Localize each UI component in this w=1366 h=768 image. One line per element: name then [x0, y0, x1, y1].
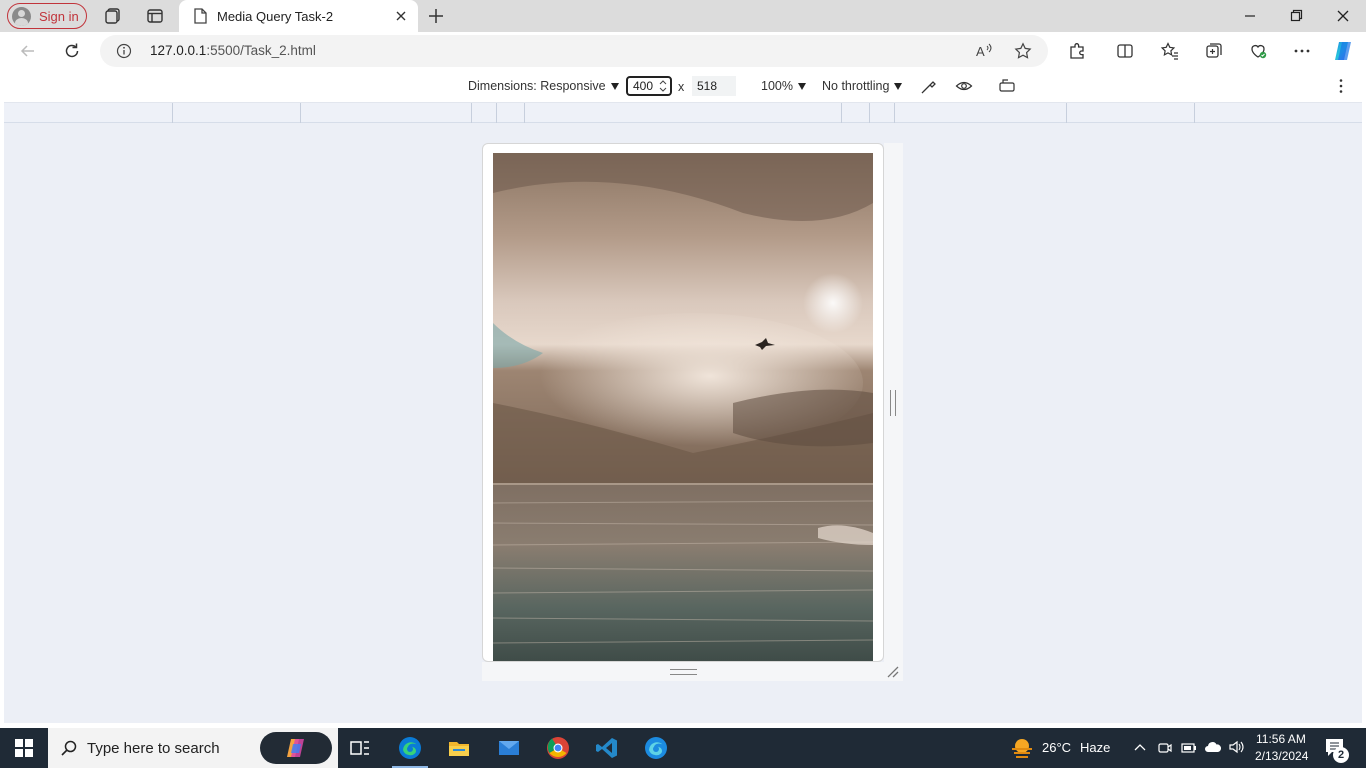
close-tab-icon[interactable]: [393, 8, 409, 24]
weather-haze-icon[interactable]: [1010, 737, 1034, 759]
search-placeholder: Type here to search: [87, 739, 220, 757]
dimensions-label: Dimensions: Responsive: [468, 79, 606, 93]
zoom-label: 100%: [761, 79, 793, 93]
sea-sky-photo: [493, 153, 873, 661]
minimize-icon[interactable]: [1240, 6, 1260, 26]
favorite-star-icon[interactable]: [1014, 42, 1032, 60]
navigation-bar: 127.0.0.1:5500/Task_2.html A: [0, 32, 1366, 70]
url-text[interactable]: 127.0.0.1:5500/Task_2.html: [150, 43, 316, 58]
vertical-grip-icon[interactable]: [890, 390, 896, 416]
height-input[interactable]: 518: [692, 76, 736, 96]
browser-essentials-icon[interactable]: [1248, 41, 1268, 61]
close-window-icon[interactable]: [1333, 6, 1353, 26]
edge-icon[interactable]: [398, 736, 422, 760]
ruler-divider: [471, 103, 472, 123]
width-input[interactable]: 400: [626, 76, 672, 96]
weather-desc[interactable]: Haze: [1080, 740, 1110, 755]
notification-count-badge: 2: [1333, 747, 1349, 763]
copilot-icon[interactable]: [1331, 39, 1355, 63]
eyedropper-icon[interactable]: [920, 77, 938, 95]
chevron-down-icon: [894, 82, 903, 90]
media-query-ruler[interactable]: [4, 103, 1362, 123]
ruler-divider: [1194, 103, 1195, 123]
read-aloud-icon[interactable]: A: [975, 42, 993, 60]
ruler-divider: [496, 103, 497, 123]
new-tab-icon[interactable]: [426, 6, 446, 26]
favorites-icon[interactable]: [1160, 41, 1180, 61]
extensions-icon[interactable]: [1067, 41, 1087, 61]
device-toolbar: Dimensions: Responsive 400 x 518 100% No…: [4, 70, 1362, 103]
clock-time[interactable]: 11:56 AM: [1256, 732, 1306, 746]
onedrive-cloud-icon[interactable]: [1204, 739, 1222, 755]
ruler-divider: [172, 103, 173, 123]
stepper-icon[interactable]: [659, 79, 667, 93]
height-value: 518: [697, 79, 718, 93]
tab-strip: Sign in Media Query Task-2: [0, 0, 1366, 32]
ruler-divider: [841, 103, 842, 123]
ruler-divider: [894, 103, 895, 123]
ruler-divider: [300, 103, 301, 123]
tab-actions-icon[interactable]: [145, 6, 165, 26]
workspaces-icon[interactable]: [103, 6, 123, 26]
vision-deficiency-icon[interactable]: [955, 77, 973, 95]
chevron-down-icon: [610, 82, 619, 90]
corner-resize-icon[interactable]: [886, 665, 900, 679]
rotate-device-icon[interactable]: [998, 77, 1016, 95]
restore-icon[interactable]: [1286, 6, 1306, 26]
windows-start-icon[interactable]: [15, 739, 33, 757]
collections-icon[interactable]: [1204, 41, 1224, 61]
meet-now-icon[interactable]: [1157, 740, 1173, 756]
dimensions-dropdown[interactable]: Dimensions: Responsive: [468, 79, 619, 93]
zoom-dropdown[interactable]: 100%: [761, 79, 806, 93]
vscode-icon[interactable]: [595, 736, 619, 760]
more-options-icon[interactable]: [1292, 41, 1312, 61]
url-path: :5500/Task_2.html: [206, 43, 316, 58]
url-host: 127.0.0.1: [150, 43, 207, 58]
volume-icon[interactable]: [1228, 739, 1246, 755]
taskbar: Type here to search 26°C Haze 11:56 AM 2…: [0, 728, 1366, 768]
horizontal-grip-icon[interactable]: [670, 669, 697, 675]
times-label: x: [678, 80, 685, 94]
throttling-label: No throttling: [822, 79, 890, 93]
ruler-divider: [869, 103, 870, 123]
tab-title: Media Query Task-2: [217, 8, 334, 24]
battery-icon[interactable]: [1181, 740, 1197, 756]
mail-icon[interactable]: [497, 736, 521, 760]
more-options-icon[interactable]: [1333, 77, 1349, 95]
page-icon: [193, 8, 207, 24]
throttling-dropdown[interactable]: No throttling: [822, 79, 903, 93]
refresh-icon[interactable]: [62, 41, 82, 61]
weather-temp[interactable]: 26°C: [1042, 740, 1071, 755]
back-icon[interactable]: [18, 41, 38, 61]
split-screen-icon[interactable]: [1115, 41, 1135, 61]
file-explorer-icon[interactable]: [447, 736, 471, 760]
clock-date[interactable]: 2/13/2024: [1255, 749, 1308, 763]
ruler-divider: [524, 103, 525, 123]
chrome-icon[interactable]: [546, 736, 570, 760]
chevron-down-icon: [797, 82, 806, 90]
edge-beta-icon[interactable]: [644, 736, 668, 760]
info-icon[interactable]: [116, 43, 132, 59]
task-view-icon[interactable]: [348, 736, 372, 760]
width-value: 400: [633, 79, 654, 93]
profile-avatar-icon: [12, 6, 31, 26]
tab-media-query[interactable]: Media Query Task-2: [179, 0, 418, 32]
sign-in-label: Sign in: [39, 8, 79, 24]
copilot-icon: [284, 737, 308, 759]
sign-in-button[interactable]: Sign in: [7, 3, 87, 29]
chevron-up-icon[interactable]: [1132, 740, 1148, 756]
search-icon: [60, 739, 78, 757]
ruler-divider: [1066, 103, 1067, 123]
copilot-button[interactable]: [260, 732, 332, 764]
svg-text:A: A: [976, 44, 985, 59]
address-bar[interactable]: 127.0.0.1:5500/Task_2.html A: [100, 35, 1048, 67]
